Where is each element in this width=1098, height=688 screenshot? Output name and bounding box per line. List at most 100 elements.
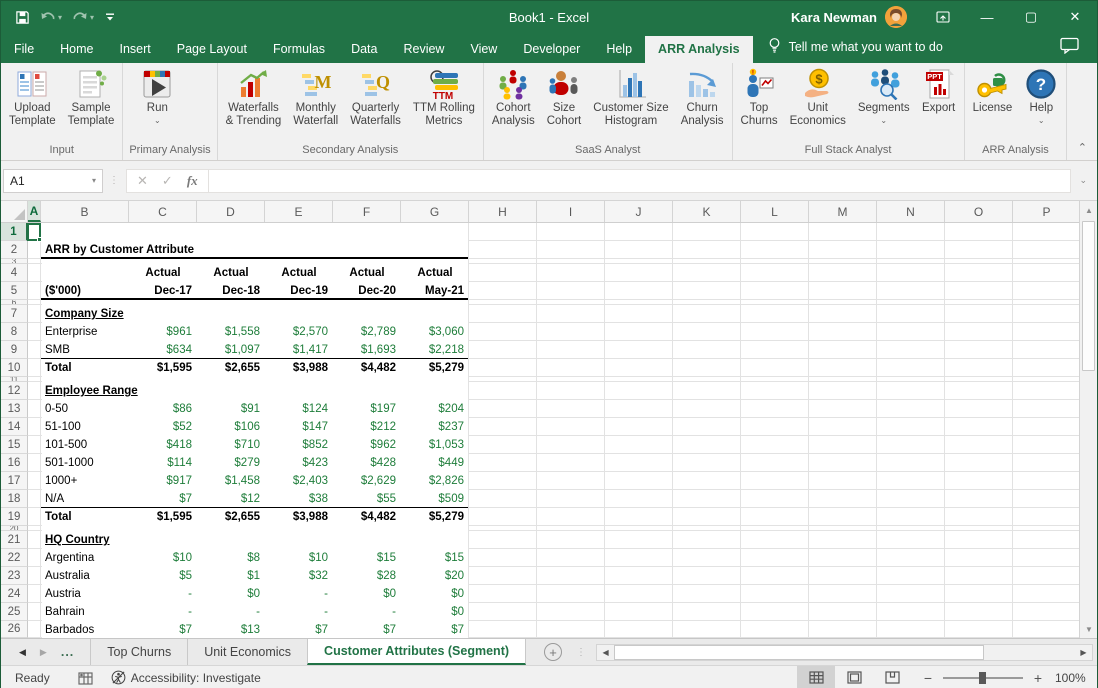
page-break-view-icon[interactable]	[873, 666, 911, 688]
cell-E14[interactable]: $147	[265, 418, 333, 436]
tab-home[interactable]: Home	[47, 36, 106, 63]
cell-F18[interactable]: $55	[333, 490, 401, 508]
cell-D4[interactable]: Actual	[197, 264, 265, 282]
new-sheet-button[interactable]: +	[540, 639, 566, 665]
cell-D17[interactable]: $1,458	[197, 472, 265, 490]
cell-C10[interactable]: $1,595	[129, 359, 197, 377]
row-header-12[interactable]: 12	[1, 382, 28, 400]
scroll-right-icon[interactable]: ▶	[1075, 645, 1092, 660]
cell-E19[interactable]: $3,988	[265, 508, 333, 526]
cell-F14[interactable]: $212	[333, 418, 401, 436]
enter-formula-icon[interactable]: ✓	[162, 173, 173, 189]
cell-D25[interactable]: -	[197, 603, 265, 621]
tab-data[interactable]: Data	[338, 36, 390, 63]
cell-D22[interactable]: $8	[197, 549, 265, 567]
horizontal-scroll-thumb[interactable]	[614, 645, 984, 660]
cell-D13[interactable]: $91	[197, 400, 265, 418]
cell-G26[interactable]: $7	[401, 621, 469, 638]
row-header-5[interactable]: 5	[1, 282, 28, 300]
column-header-E[interactable]: E	[265, 201, 333, 222]
cell-C24[interactable]: -	[129, 585, 197, 603]
cell-F23[interactable]: $28	[333, 567, 401, 585]
help-button[interactable]: ?Help⌄	[1018, 65, 1064, 125]
monthly-waterfall-button[interactable]: MMonthlyWaterfall	[287, 65, 344, 128]
license-button[interactable]: License	[967, 65, 1019, 115]
tab-file[interactable]: File	[1, 36, 47, 63]
cell-E8[interactable]: $2,570	[265, 323, 333, 341]
cell-F4[interactable]: Actual	[333, 264, 401, 282]
cell-D16[interactable]: $279	[197, 454, 265, 472]
cell-D15[interactable]: $710	[197, 436, 265, 454]
comments-icon[interactable]	[1060, 43, 1079, 57]
tab-review[interactable]: Review	[390, 36, 457, 63]
cell-E23[interactable]: $32	[265, 567, 333, 585]
ttm-rolling-metrics-button[interactable]: TTMTTM RollingMetrics	[407, 65, 481, 128]
scroll-down-icon[interactable]: ▼	[1080, 620, 1098, 638]
cell-G22[interactable]: $15	[401, 549, 469, 567]
cell-F22[interactable]: $15	[333, 549, 401, 567]
row-header-23[interactable]: 23	[1, 567, 28, 585]
cell-G23[interactable]: $20	[401, 567, 469, 585]
cell-G24[interactable]: $0	[401, 585, 469, 603]
tell-me-box[interactable]: Tell me what you want to do	[753, 31, 957, 63]
cell-F15[interactable]: $962	[333, 436, 401, 454]
tab-insert[interactable]: Insert	[107, 36, 164, 63]
row-header-2[interactable]: 2	[1, 241, 28, 259]
cell-G25[interactable]: $0	[401, 603, 469, 621]
cell-F10[interactable]: $4,482	[333, 359, 401, 377]
minimize-button[interactable]: —	[965, 1, 1009, 33]
row-header-18[interactable]: 18	[1, 490, 28, 508]
sheet-tab-top-churns[interactable]: Top Churns	[90, 639, 187, 665]
row-header-16[interactable]: 16	[1, 454, 28, 472]
accessibility-status[interactable]: Accessibility: Investigate	[103, 670, 269, 685]
row-header-22[interactable]: 22	[1, 549, 28, 567]
ribbon-display-options-icon[interactable]	[921, 1, 965, 33]
row-header-21[interactable]: 21	[1, 531, 28, 549]
redo-icon[interactable]: ▾	[72, 10, 94, 24]
tab-formulas[interactable]: Formulas	[260, 36, 338, 63]
column-header-N[interactable]: N	[877, 201, 945, 222]
collapse-ribbon-icon[interactable]: ⌃	[1078, 141, 1087, 154]
size-cohort-button[interactable]: SizeCohort	[541, 65, 588, 128]
column-header-G[interactable]: G	[401, 201, 469, 222]
next-sheet-icon[interactable]: ▶	[40, 647, 47, 658]
row-header-24[interactable]: 24	[1, 585, 28, 603]
column-header-C[interactable]: C	[129, 201, 197, 222]
column-header-O[interactable]: O	[945, 201, 1013, 222]
vertical-scroll-thumb[interactable]	[1082, 221, 1095, 371]
user-avatar[interactable]	[885, 6, 907, 28]
cell-grid[interactable]: 12ARR by Customer Attribute34ActualActua…	[1, 223, 1081, 638]
cell-G15[interactable]: $1,053	[401, 436, 469, 454]
cell-C16[interactable]: $114	[129, 454, 197, 472]
cell-E18[interactable]: $38	[265, 490, 333, 508]
churn-analysis-button[interactable]: ChurnAnalysis	[675, 65, 730, 128]
cell-C9[interactable]: $634	[129, 341, 197, 359]
top-churns-button[interactable]: !TopChurns	[735, 65, 784, 128]
column-header-J[interactable]: J	[605, 201, 673, 222]
row-header-25[interactable]: 25	[1, 603, 28, 621]
run-button[interactable]: Run⌄	[125, 65, 189, 125]
sample-template-button[interactable]: SampleTemplate	[62, 65, 121, 128]
cell-D23[interactable]: $1	[197, 567, 265, 585]
formula-input[interactable]	[208, 169, 1072, 193]
prev-sheet-icon[interactable]: ◀	[19, 647, 26, 658]
cell-F26[interactable]: $7	[333, 621, 401, 638]
cell-E25[interactable]: -	[265, 603, 333, 621]
cell-D8[interactable]: $1,558	[197, 323, 265, 341]
user-name[interactable]: Kara Newman	[791, 10, 877, 25]
cell-F16[interactable]: $428	[333, 454, 401, 472]
tab-developer[interactable]: Developer	[510, 36, 593, 63]
cell-C14[interactable]: $52	[129, 418, 197, 436]
vertical-scrollbar[interactable]: ▲ ▼	[1079, 201, 1097, 638]
cell-C26[interactable]: $7	[129, 621, 197, 638]
cell-D18[interactable]: $12	[197, 490, 265, 508]
name-box-dropdown-icon[interactable]: ▾	[92, 176, 96, 185]
undo-icon[interactable]: ▾	[40, 10, 62, 24]
unit-economics-button[interactable]: $UnitEconomics	[784, 65, 852, 128]
upload-template-button[interactable]: UploadTemplate	[3, 65, 62, 128]
cell-E13[interactable]: $124	[265, 400, 333, 418]
cell-D9[interactable]: $1,097	[197, 341, 265, 359]
column-header-A[interactable]: A	[28, 201, 41, 222]
cell-D26[interactable]: $13	[197, 621, 265, 638]
cohort-analysis-button[interactable]: CohortAnalysis	[486, 65, 541, 128]
